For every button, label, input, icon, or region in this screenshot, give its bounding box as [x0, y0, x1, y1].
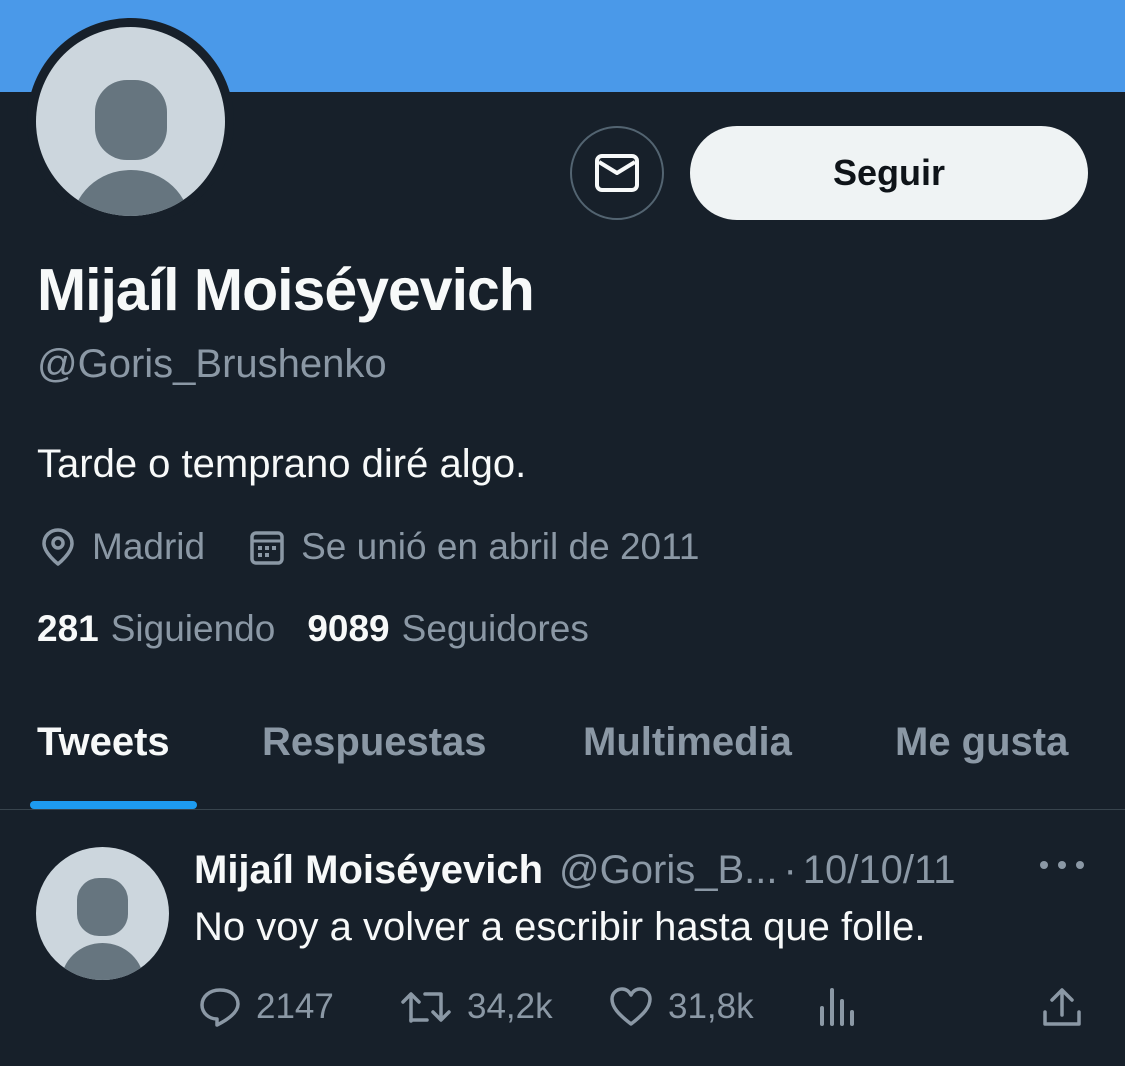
- share-button[interactable]: [1040, 981, 1098, 1033]
- tweet-text: No voy a volver a escribir hasta que fol…: [194, 905, 926, 949]
- share-icon: [1043, 988, 1081, 1026]
- tab-tweets[interactable]: Tweets: [37, 720, 170, 765]
- retweet-count: 34,2k: [467, 987, 553, 1026]
- profile-display-name: Mijaíl Moiséyevich: [37, 257, 535, 323]
- calendar-icon: [250, 531, 284, 565]
- profile-meta: Madrid Se unió en abril de 2011: [40, 522, 700, 572]
- reply-count: 2147: [256, 987, 334, 1026]
- tab-me-gusta[interactable]: Me gusta: [895, 720, 1068, 765]
- retweet-button[interactable]: 34,2k: [399, 981, 553, 1033]
- follow-button[interactable]: Seguir: [690, 126, 1088, 220]
- views-chart-icon: [820, 988, 854, 1026]
- tweet[interactable]: Mijaíl Moiséyevich @Goris_B... · 10/10/1…: [0, 811, 1125, 1066]
- tweet-date[interactable]: 10/10/11: [803, 848, 956, 893]
- profile-handle: @Goris_Brushenko: [37, 342, 387, 386]
- profile-bio: Tarde o temprano diré algo.: [37, 442, 527, 486]
- active-tab-indicator: [30, 801, 197, 809]
- location-text: Madrid: [92, 526, 206, 567]
- follow-stats: 281 Siguiendo 9089 Seguidores: [37, 608, 589, 650]
- joined-text: Se unió en abril de 2011: [301, 526, 700, 567]
- joined-item: Se unió en abril de 2011: [249, 526, 700, 568]
- mail-icon: [595, 154, 639, 192]
- following-link[interactable]: 281 Siguiendo: [37, 608, 275, 650]
- profile-avatar[interactable]: [27, 18, 234, 225]
- heart-icon: [610, 987, 652, 1026]
- tweet-header: Mijaíl Moiséyevich @Goris_B... · 10/10/1…: [194, 845, 1024, 895]
- location-pin-icon: [42, 528, 74, 566]
- message-button[interactable]: [570, 126, 664, 220]
- like-button[interactable]: 31,8k: [608, 981, 754, 1033]
- retweet-icon: [401, 992, 451, 1023]
- followers-label: Seguidores: [401, 608, 589, 649]
- reply-button[interactable]: 2147: [198, 981, 334, 1033]
- profile-page: Seguir Mijaíl Moiséyevich @Goris_Brushen…: [0, 0, 1125, 1066]
- following-label: Siguiendo: [110, 608, 276, 649]
- location-item: Madrid: [40, 526, 205, 568]
- default-avatar-icon: [77, 878, 128, 936]
- tweet-author-name[interactable]: Mijaíl Moiséyevich: [194, 848, 543, 893]
- tab-multimedia[interactable]: Multimedia: [583, 720, 792, 765]
- profile-tabs: Tweets Respuestas Multimedia Me gusta: [0, 700, 1125, 810]
- followers-link[interactable]: 9089 Seguidores: [307, 608, 589, 650]
- more-options-button[interactable]: [1040, 857, 1084, 873]
- followers-count: 9089: [307, 608, 390, 649]
- following-count: 281: [37, 608, 99, 649]
- tweet-avatar[interactable]: [36, 847, 169, 980]
- tab-respuestas[interactable]: Respuestas: [262, 720, 487, 765]
- default-avatar-icon: [36, 27, 225, 216]
- tweet-author-handle[interactable]: @Goris_B...: [559, 848, 777, 893]
- more-dots-icon: [1040, 861, 1048, 869]
- tweet-separator: ·: [783, 847, 797, 892]
- reply-icon: [200, 988, 240, 1027]
- tweet-actions: 2147 34,2k 31,8k: [194, 981, 1094, 1033]
- like-count: 31,8k: [668, 987, 754, 1026]
- views-button[interactable]: [816, 981, 874, 1033]
